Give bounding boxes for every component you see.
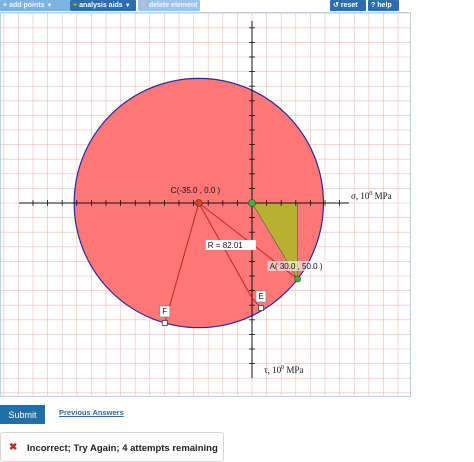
analysis-aids-label: analysis aids: [79, 2, 123, 9]
delete-element-label: delete element: [148, 2, 198, 9]
help-icon: ?: [371, 2, 376, 9]
point-c-label: C(-35.0 , 0.0 ): [171, 186, 221, 195]
radius-label: R = 82.01: [208, 241, 243, 250]
feedback-message: Incorrect; Try Again; 4 attempts remaini…: [27, 443, 218, 454]
plus-icon: +: [3, 2, 8, 9]
error-x-icon: ✖: [9, 442, 18, 453]
mohr-circle-graph[interactable]: C(-35.0 , 0.0 ) R = 82.01 A( 30.0 , 50.0…: [0, 12, 411, 397]
sigma-axis-text: σ, 10: [351, 191, 370, 201]
add-points-button[interactable]: + add points ▼: [0, 0, 70, 11]
point-a-label: A( 30.0 , 50.0 ): [270, 262, 323, 271]
analysis-aids-button[interactable]: + analysis aids ▼: [70, 0, 136, 11]
chevron-down-icon: ▼: [46, 3, 53, 9]
help-button[interactable]: ? help: [368, 0, 399, 11]
point-e-tag: E: [255, 290, 267, 303]
point-origin-marker[interactable]: [248, 199, 256, 207]
graph-toolbar: + add points ▼ + analysis aids ▼ ✕ delete ele…: [0, 0, 474, 12]
point-f[interactable]: [161, 320, 168, 326]
reset-label: reset: [340, 2, 358, 9]
point-a-label-box: A( 30.0 , 50.0 ): [267, 261, 328, 271]
reset-button[interactable]: ↺ reset: [330, 0, 366, 11]
radius-label-box: R = 82.01: [205, 240, 256, 250]
sigma-axis-unit: MPa: [372, 191, 391, 201]
tau-axis-unit: MPa: [284, 365, 303, 375]
point-e[interactable]: [258, 305, 264, 311]
point-a[interactable]: [294, 275, 301, 283]
graph-canvas[interactable]: C(-35.0 , 0.0 ) R = 82.01 A( 30.0 , 50.0…: [1, 13, 410, 396]
submit-button[interactable]: Submit: [0, 405, 45, 424]
tau-axis-label: τ, 100 MPa: [264, 365, 303, 375]
point-c[interactable]: [195, 199, 203, 207]
tau-axis-text: τ, 10: [264, 365, 282, 375]
point-f-tag: F: [159, 305, 171, 318]
point-e-label: E: [259, 292, 264, 301]
delete-element-button[interactable]: ✕ delete element: [138, 0, 200, 11]
chevron-down-icon: ▼: [124, 3, 131, 9]
point-f-label: F: [162, 307, 167, 316]
help-label: help: [377, 2, 392, 9]
add-points-label: add points: [9, 2, 45, 9]
plus-icon: +: [73, 2, 78, 9]
feedback-banner: ✖ Incorrect; Try Again; 4 attempts remai…: [0, 432, 224, 462]
reset-icon: ↺: [333, 2, 339, 9]
sigma-axis-label: σ, 100 MPa: [351, 191, 392, 201]
delete-icon: ✕: [141, 2, 147, 9]
previous-answers-link[interactable]: Previous Answers: [59, 408, 124, 417]
